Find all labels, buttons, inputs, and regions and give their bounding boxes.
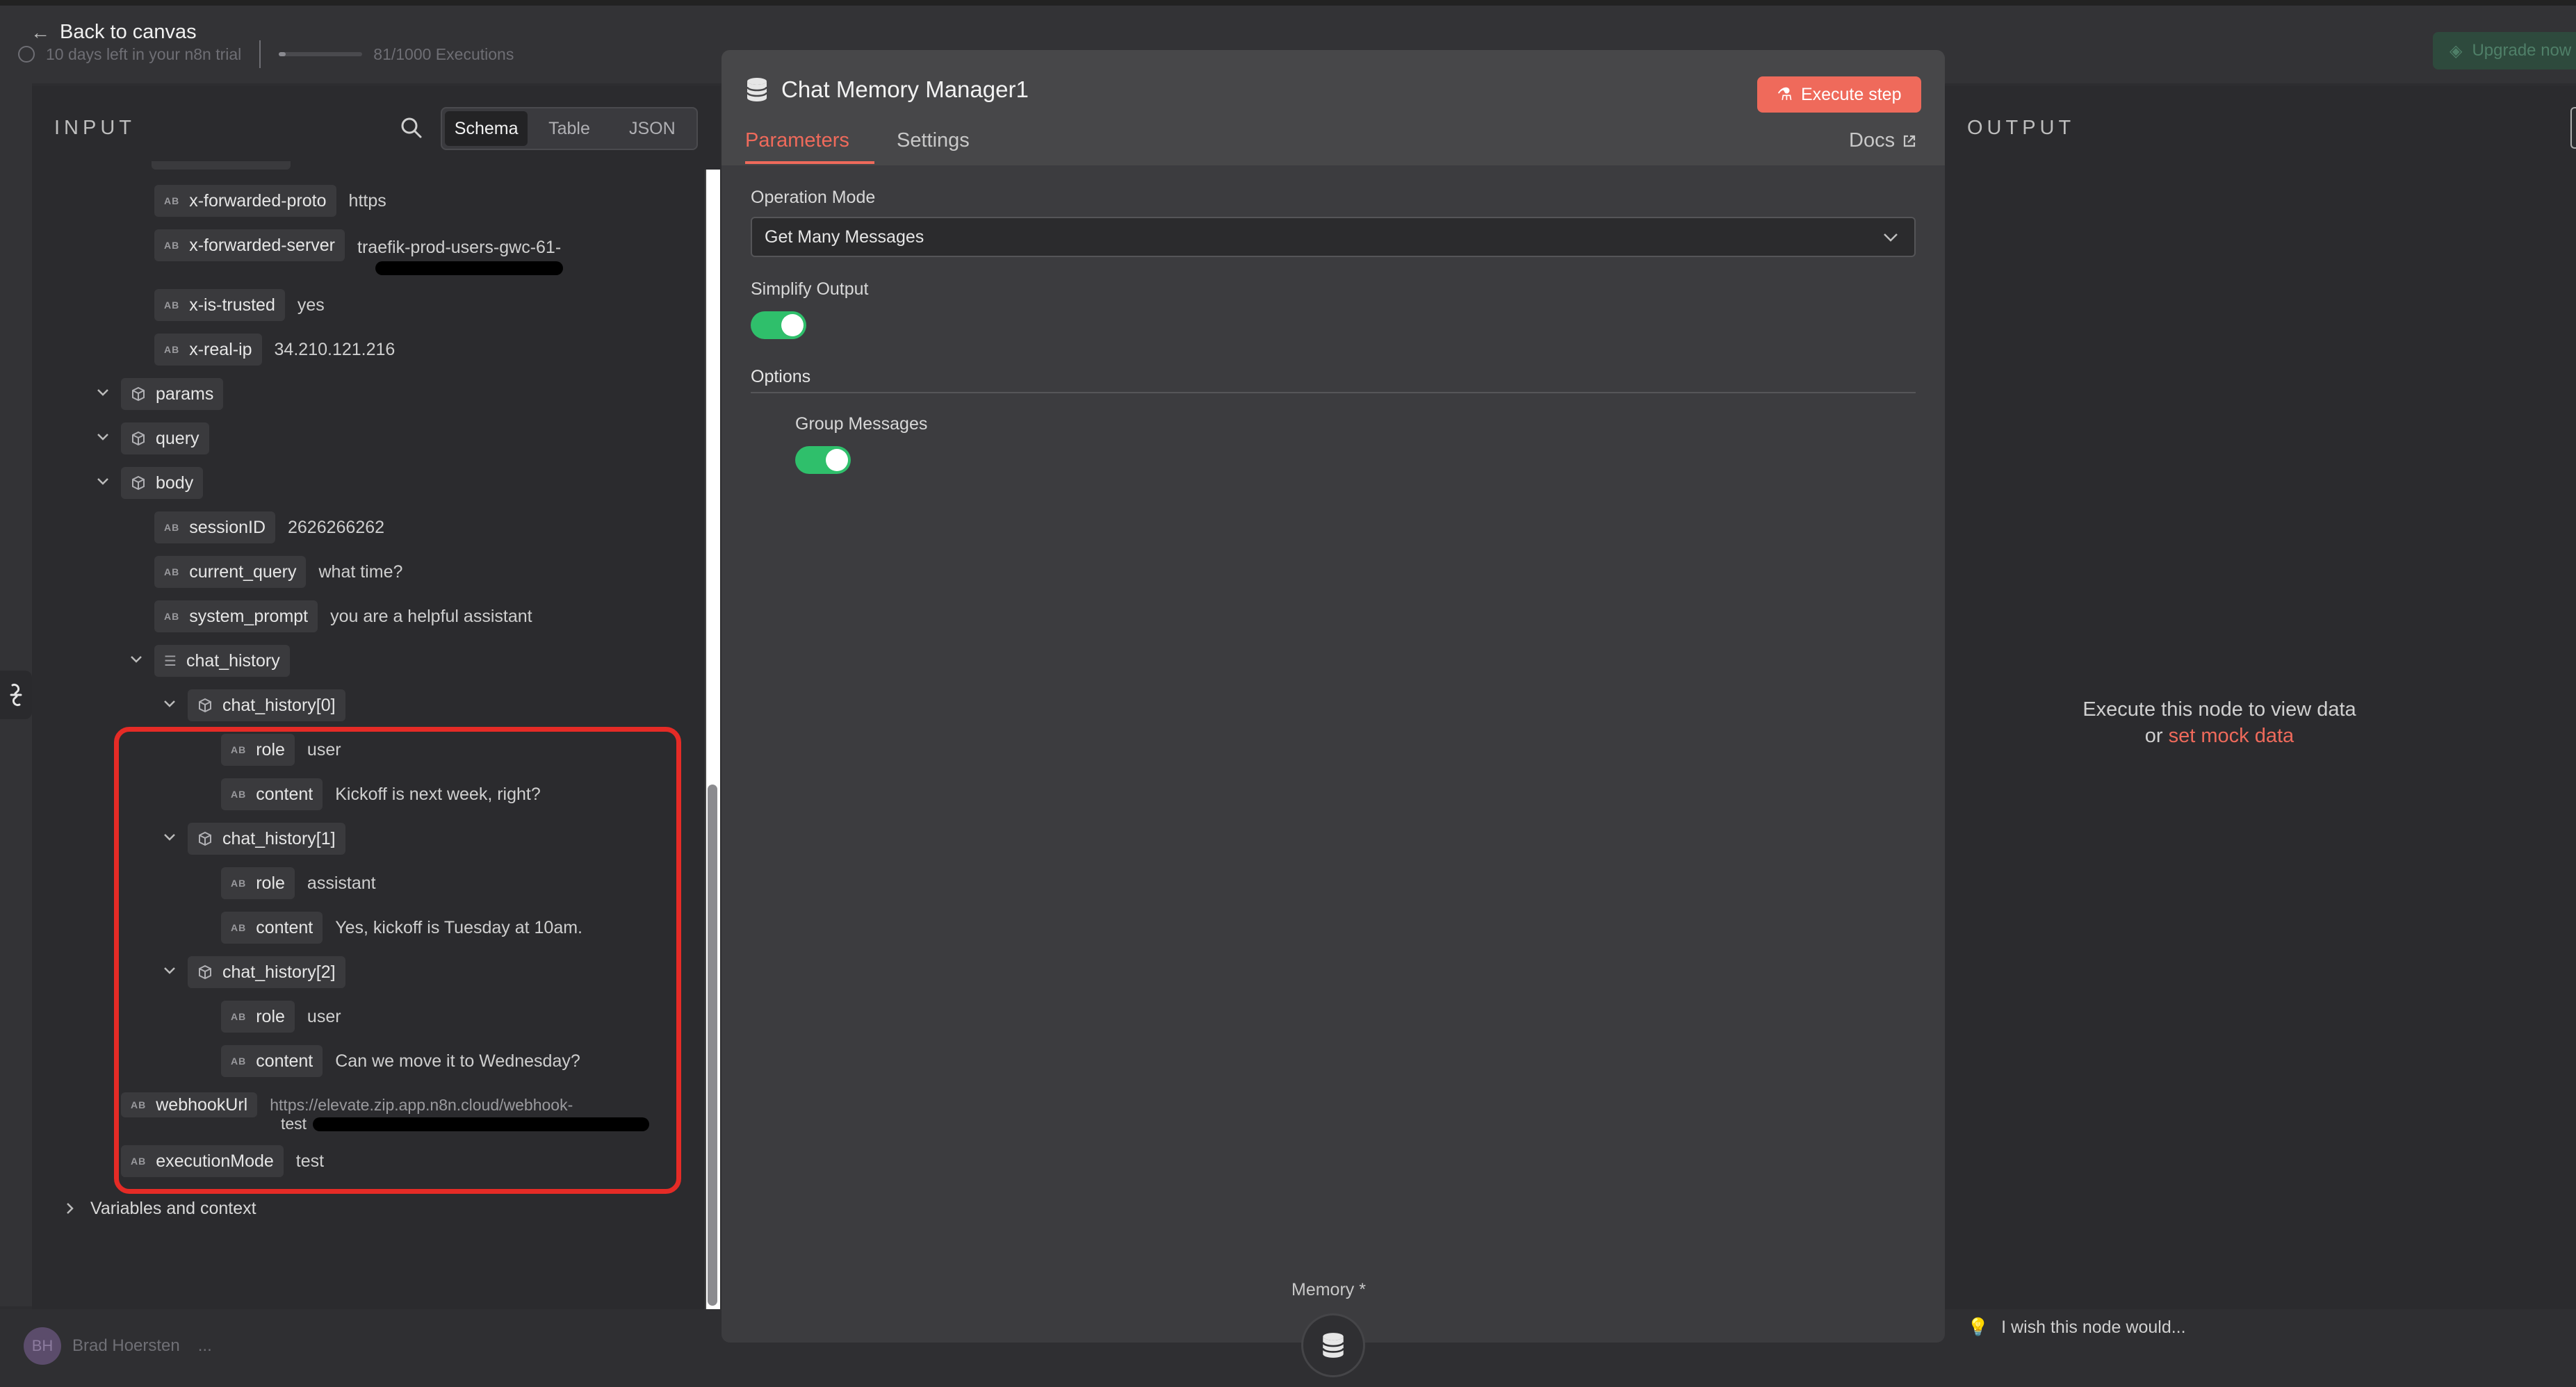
executions-progress	[279, 52, 363, 56]
field-value: 2626266262	[288, 517, 385, 537]
set-mock-data-link[interactable]: set mock data	[2169, 725, 2294, 747]
schema-row: params	[121, 378, 224, 410]
field-value: yes	[297, 295, 325, 315]
schema-row: body	[121, 467, 204, 499]
external-link-icon	[1903, 135, 1916, 147]
cube-icon	[132, 475, 145, 491]
variables-and-context[interactable]: Variables and context	[65, 1192, 256, 1224]
schema-row: AB system_prompt you are a helpful assist…	[154, 600, 532, 632]
object-pill[interactable]: body	[121, 467, 204, 499]
object-pill[interactable]: chat_history[0]	[188, 689, 345, 721]
chevron-right-icon	[67, 1203, 74, 1214]
info-icon	[18, 46, 35, 63]
schema-row: AB x-real-ip 34.210.121.216	[154, 334, 395, 366]
view-table[interactable]: Table	[528, 111, 610, 146]
field-pill[interactable]: AB x-forwarded-proto	[154, 185, 336, 217]
simplify-output-toggle[interactable]	[751, 311, 806, 339]
field-value: what time?	[318, 561, 403, 582]
chevron-down-icon	[1884, 233, 1898, 242]
field-pill[interactable]: AB sessionID	[154, 511, 275, 543]
schema-row: AB x-is-trusted yes	[154, 289, 325, 321]
group-messages-label: Group Messages	[795, 414, 928, 434]
chevron-down-icon[interactable]	[96, 477, 110, 486]
cube-icon	[199, 698, 211, 713]
view-schema[interactable]: Schema	[445, 111, 528, 146]
schema-row: AB current_query what time?	[154, 556, 402, 588]
scrollbar-thumb[interactable]	[708, 785, 717, 1306]
chevron-down-icon[interactable]	[163, 699, 177, 709]
output-edge-button[interactable]	[2570, 107, 2576, 149]
docs-link[interactable]: Docs	[1849, 129, 1917, 152]
operation-mode-label: Operation Mode	[751, 188, 876, 207]
schema-row: AB sessionID 2626266262	[154, 511, 384, 543]
scrollbar[interactable]	[705, 170, 720, 1309]
active-tab-indicator	[745, 161, 874, 164]
execute-step-button[interactable]: ⚗ Execute step	[1757, 76, 1921, 113]
search-icon[interactable]	[398, 114, 425, 142]
output-panel: OUTPUT Execute this node to view data or…	[1945, 86, 2576, 1309]
node-dialog: Chat Memory Manager1 ⚗ Execute step Para…	[722, 50, 1945, 1377]
schema-row: ☰ chat_history	[154, 645, 290, 677]
feedback-link[interactable]: 💡 I wish this node would...	[1967, 1318, 2186, 1338]
chevron-down-icon[interactable]	[96, 388, 110, 397]
field-pill[interactable]: AB x-forwarded-server	[154, 229, 345, 261]
list-icon: ☰	[164, 653, 177, 669]
output-empty-message: Execute this node to view data or set mo…	[2082, 698, 2356, 747]
tab-settings[interactable]: Settings	[897, 129, 970, 152]
input-panel: INPUT Schema Table JSON AB x-forwarded-pr…	[32, 86, 720, 1309]
upgrade-label: Upgrade now	[2472, 41, 2572, 60]
field-value: 34.210.121.216	[274, 339, 396, 359]
user-name: Brad Hoersten	[72, 1336, 180, 1355]
options-divider	[751, 392, 1916, 393]
more-icon[interactable]: ...	[198, 1336, 212, 1356]
diamond-icon: ◈	[2449, 41, 2463, 60]
array-pill[interactable]: ☰ chat_history	[154, 645, 290, 677]
memory-label: Memory *	[1291, 1280, 1366, 1299]
avatar: BH	[24, 1327, 61, 1365]
simplify-output-label: Simplify Output	[751, 279, 869, 299]
schema-row: AB x-forwarded-proto https	[154, 185, 386, 217]
field-pill[interactable]: AB system_prompt	[154, 600, 318, 632]
schema-row: AB x-forwarded-server traefik-prod-users-…	[154, 229, 561, 261]
schema-row: chat_history[0]	[188, 689, 345, 721]
database-icon	[746, 78, 768, 101]
field-pill[interactable]: AB x-is-trusted	[154, 289, 285, 321]
schema-row: query	[121, 422, 209, 454]
trial-info: 10 days left in your n8n trial 81/1000 E…	[18, 40, 514, 68]
cube-icon	[132, 386, 145, 402]
field-pill[interactable]: AB current_query	[154, 556, 307, 588]
cut-off-row	[152, 161, 291, 170]
user-menu[interactable]: BH Brad Hoersten ...	[24, 1327, 212, 1365]
node-title[interactable]: Chat Memory Manager1	[781, 76, 1029, 103]
executions-count: 81/1000 Executions	[373, 44, 514, 63]
memory-connector[interactable]	[1301, 1313, 1365, 1377]
object-pill[interactable]: query	[121, 422, 209, 454]
field-pill[interactable]: AB x-real-ip	[154, 334, 262, 366]
options-label: Options	[751, 367, 811, 386]
output-title: OUTPUT	[1967, 117, 2076, 139]
link-icon[interactable]	[0, 671, 32, 719]
view-switcher: Schema Table JSON	[441, 107, 698, 150]
divider	[259, 40, 261, 68]
object-pill[interactable]: params	[121, 378, 224, 410]
cube-icon	[132, 431, 145, 446]
upgrade-button[interactable]: ◈ Upgrade now	[2433, 32, 2576, 69]
or-text: or	[2144, 725, 2163, 747]
tab-parameters[interactable]: Parameters	[745, 129, 849, 152]
operation-mode-select[interactable]: Get Many Messages	[751, 217, 1916, 257]
input-title: INPUT	[54, 117, 136, 139]
highlight-box	[114, 727, 681, 1194]
field-value: you are a helpful assistant	[330, 606, 532, 626]
chevron-down-icon[interactable]	[129, 655, 143, 664]
field-value: https	[348, 190, 386, 211]
redaction	[375, 261, 563, 275]
chevron-down-icon[interactable]	[96, 432, 110, 442]
lightbulb-icon: 💡	[1967, 1318, 1989, 1337]
field-value: traefik-prod-users-gwc-61-	[357, 237, 562, 257]
group-messages-toggle[interactable]	[795, 446, 851, 474]
flask-icon: ⚗	[1777, 85, 1793, 104]
database-icon	[1321, 1333, 1345, 1358]
view-json[interactable]: JSON	[611, 111, 694, 146]
trial-text: 10 days left in your n8n trial	[46, 44, 242, 63]
